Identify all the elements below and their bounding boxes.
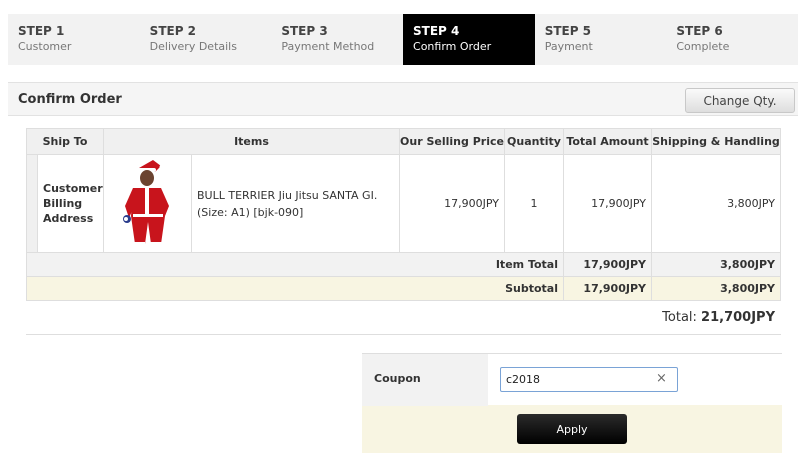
grand-total-label: Total: [662, 310, 697, 325]
section-title: Confirm Order [18, 92, 122, 107]
step-number: STEP 6 [676, 24, 723, 38]
step-label: Payment Method [281, 40, 375, 53]
header-items: Items [103, 128, 400, 155]
step-payment: STEP 5 Payment [534, 14, 667, 65]
header-quantity: Quantity [504, 128, 564, 155]
step-label: Delivery Details [149, 40, 237, 53]
step-confirm-order: STEP 4 Confirm Order [403, 14, 535, 65]
coupon-input[interactable] [500, 367, 678, 392]
coupon-label: Coupon [362, 354, 488, 406]
step-number: STEP 4 [413, 24, 460, 38]
step-number: STEP 3 [281, 24, 328, 38]
step-number: STEP 1 [18, 24, 65, 38]
confirm-order-header: Confirm Order Change Qty. [8, 82, 798, 116]
apply-coupon-button[interactable]: Apply [517, 414, 627, 444]
order-table: Ship To Items Our Selling Price Quantity… [26, 128, 781, 301]
coupon-row: Coupon × [362, 353, 782, 406]
subtotal-shipping: 3,800JPY [651, 276, 781, 301]
table-row: Customer Billing Address BULL TERRIER Ji… [26, 154, 781, 253]
table-header-row: Ship To Items Our Selling Price Quantity… [26, 128, 781, 155]
step-label: Customer [18, 40, 72, 53]
total-amount-cell: 17,900JPY [563, 154, 652, 253]
step-label: Complete [676, 40, 730, 53]
product-image [103, 154, 192, 253]
step-complete: STEP 6 Complete [666, 14, 799, 65]
change-qty-button[interactable]: Change Qty. [685, 88, 795, 113]
header-shipping-handling: Shipping & Handling [651, 128, 781, 155]
item-total-shipping: 3,800JPY [651, 252, 781, 277]
item-total-amount: 17,900JPY [563, 252, 652, 277]
shipping-cost-cell: 3,800JPY [651, 154, 781, 253]
subtotal-amount: 17,900JPY [563, 276, 652, 301]
row-stripe [26, 154, 38, 253]
coupon-field: × [488, 354, 782, 405]
step-label: Confirm Order [413, 40, 492, 53]
step-label: Payment [544, 40, 593, 53]
selling-price-cell: 17,900JPY [399, 154, 505, 253]
subtotal-label: Subtotal [26, 276, 564, 301]
item-total-label: Item Total [26, 252, 564, 277]
grand-total-value: 21,700JPY [701, 310, 775, 325]
apply-row: Apply [362, 405, 782, 453]
step-number: STEP 2 [149, 24, 197, 38]
step-customer: STEP 1 Customer [8, 14, 140, 65]
item-total-row: Item Total 17,900JPY 3,800JPY [26, 252, 781, 277]
checkout-steps: STEP 1 Customer STEP 2 Delivery Details … [8, 14, 799, 65]
item-name-cell: BULL TERRIER Jiu Jitsu SANTA GI. (Size: … [191, 154, 400, 253]
step-payment-method: STEP 3 Payment Method [271, 14, 404, 65]
clear-icon[interactable]: × [656, 371, 667, 386]
header-selling-price: Our Selling Price [399, 128, 505, 155]
grand-total: Total: 21,700JPY [26, 303, 781, 335]
subtotal-row: Subtotal 17,900JPY 3,800JPY [26, 276, 781, 301]
ship-to-cell: Customer Billing Address [37, 154, 104, 253]
step-delivery-details: STEP 2 Delivery Details [139, 14, 272, 65]
santa-gi-photo [116, 156, 179, 248]
quantity-cell: 1 [504, 154, 564, 253]
header-ship-to: Ship To [26, 128, 104, 155]
step-number: STEP 5 [544, 24, 592, 38]
coupon-section: Coupon × Apply [362, 353, 782, 453]
header-total-amount: Total Amount [563, 128, 652, 155]
